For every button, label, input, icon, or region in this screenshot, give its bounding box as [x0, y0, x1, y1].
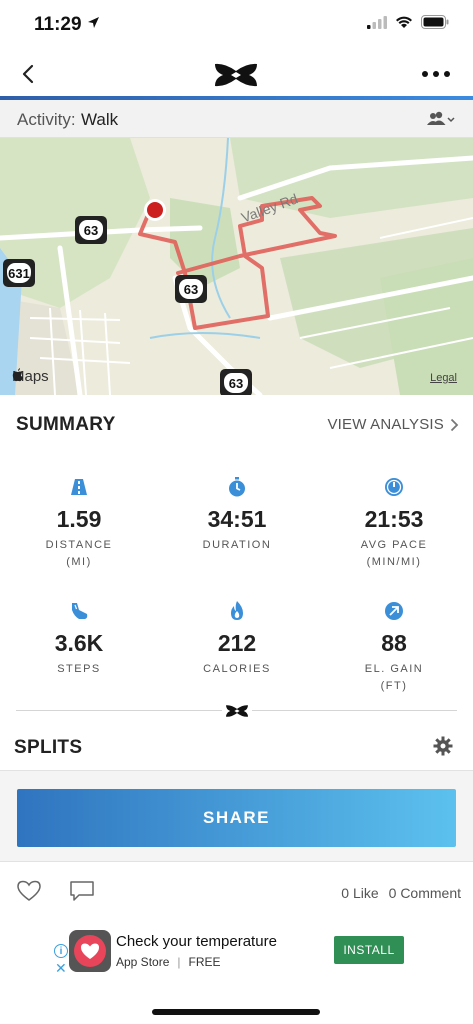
- gear-icon[interactable]: [433, 736, 453, 756]
- under-armour-logo-icon: [215, 63, 257, 87]
- comment-count[interactable]: 0 Comment: [389, 885, 461, 901]
- ad-app-icon: [69, 930, 111, 972]
- calories-label: CALORIES: [203, 663, 271, 675]
- social-counts: 0 Like 0 Comment: [341, 885, 461, 901]
- summary-header: SUMMARY VIEW ANALYSIS: [0, 410, 473, 440]
- calories-value: 212: [217, 630, 257, 656]
- location-arrow-icon: [88, 17, 99, 28]
- status-indicators: [367, 15, 449, 29]
- status-bar: 11:29: [0, 0, 473, 50]
- shoe-icon: [72, 603, 88, 619]
- apple-logo-icon: [12, 368, 23, 382]
- ad-separator: |: [177, 955, 181, 969]
- route-shield: 631: [3, 259, 35, 287]
- ad-banner[interactable]: i ✕ Check your temperature App Store | F…: [54, 922, 414, 978]
- more-options-icon[interactable]: [419, 65, 453, 83]
- distance-value: 1.59: [56, 506, 102, 532]
- avg-pace-unit: (MIN/MI): [366, 556, 422, 568]
- route-map[interactable]: Valley Rd 63 631 63 63 Maps Legal: [0, 138, 473, 395]
- ad-info-icon[interactable]: i: [54, 944, 68, 958]
- status-time: 11:29: [34, 14, 82, 35]
- view-analysis-link[interactable]: VIEW ANALYSIS: [327, 416, 459, 433]
- ad-store-info: App Store | FREE: [116, 955, 221, 969]
- elevation-gain-unit: (FT): [380, 680, 408, 692]
- avg-pace-label: AVG PACE: [360, 539, 428, 551]
- privacy-friends-icon[interactable]: [427, 111, 455, 127]
- ad-price: FREE: [188, 955, 221, 969]
- wifi-icon: [396, 16, 412, 28]
- map-legal-link[interactable]: Legal: [430, 372, 457, 384]
- elevation-gain-value: 88: [381, 630, 407, 656]
- activity-row: Activity: Walk: [0, 100, 473, 138]
- battery-icon: [421, 15, 449, 29]
- ad-close-icon[interactable]: ✕: [55, 960, 67, 977]
- elevation-gain-label: EL. GAIN: [364, 663, 424, 675]
- heart-icon[interactable]: [16, 880, 42, 902]
- stat-elevation-gain: 88 EL. GAIN (FT): [315, 600, 473, 695]
- route-shield: 63: [175, 275, 207, 303]
- splits-header: SPLITS: [0, 732, 473, 772]
- back-chevron-icon[interactable]: [16, 60, 46, 88]
- stat-steps: 3.6K STEPS: [0, 600, 158, 678]
- activity-label: Activity:: [17, 110, 76, 129]
- ad-title: Check your temperature: [116, 933, 277, 950]
- road-icon: [71, 479, 87, 495]
- share-area: SHARE: [0, 770, 473, 862]
- divider-logo: [222, 702, 252, 720]
- steps-value: 3.6K: [54, 630, 104, 656]
- social-row: 0 Like 0 Comment: [0, 870, 473, 914]
- splits-title: SPLITS: [14, 737, 83, 758]
- distance-label: DISTANCE: [45, 539, 113, 551]
- summary-title: SUMMARY: [16, 414, 116, 435]
- home-indicator[interactable]: [152, 1009, 320, 1015]
- stopwatch-icon: [229, 477, 245, 497]
- map-canvas: [0, 138, 473, 395]
- flame-icon: [231, 601, 243, 620]
- heart-icon: [74, 935, 106, 967]
- distance-unit: (MI): [66, 556, 92, 568]
- duration-value: 34:51: [207, 506, 267, 532]
- navigation-bar: [0, 50, 473, 96]
- stat-calories: 212 CALORIES: [158, 600, 316, 678]
- arrow-up-right-icon: [385, 602, 403, 620]
- route-shield: 63: [220, 369, 252, 395]
- chevron-right-icon: [450, 418, 459, 431]
- activity-type: Walk: [81, 110, 119, 129]
- route-shield: 63: [75, 216, 107, 244]
- ad-install-button[interactable]: INSTALL: [334, 936, 404, 964]
- gauge-icon: [385, 478, 403, 496]
- comment-icon[interactable]: [69, 880, 95, 902]
- like-count[interactable]: 0 Like: [341, 885, 378, 901]
- stat-avg-pace: 21:53 AVG PACE (MIN/MI): [315, 476, 473, 571]
- share-button[interactable]: SHARE: [17, 789, 456, 847]
- avg-pace-value: 21:53: [364, 506, 424, 532]
- stat-distance: 1.59 DISTANCE (MI): [0, 476, 158, 571]
- maps-attribution: Maps: [12, 368, 49, 385]
- under-armour-logo-icon: [226, 705, 248, 717]
- steps-label: STEPS: [57, 663, 101, 675]
- ad-store: App Store: [116, 955, 170, 969]
- duration-label: DURATION: [202, 539, 272, 551]
- stat-duration: 34:51 DURATION: [158, 476, 316, 554]
- cellular-signal-icon: [367, 15, 387, 29]
